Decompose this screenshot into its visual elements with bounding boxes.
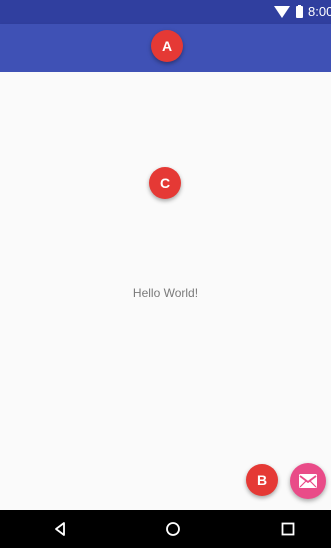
hello-world-text: Hello World! [132, 286, 199, 300]
wifi-icon [274, 6, 290, 18]
recent-apps-button[interactable] [268, 510, 308, 548]
email-fab-button[interactable] [290, 463, 326, 499]
home-button[interactable] [153, 510, 193, 548]
main-content: Hello World! [0, 72, 331, 510]
android-screen: 8:00 A Hello World! C B [0, 0, 331, 548]
mail-icon [299, 474, 317, 488]
annotation-marker-a: A [151, 30, 183, 62]
status-time: 8:00 [308, 4, 331, 19]
home-icon [166, 522, 180, 536]
status-bar: 8:00 [0, 0, 331, 24]
status-icons [274, 5, 303, 18]
back-button[interactable] [40, 510, 80, 548]
recent-apps-icon [281, 522, 295, 536]
annotation-marker-b: B [246, 464, 278, 496]
navigation-bar [0, 510, 331, 548]
battery-icon [296, 6, 303, 18]
back-icon [55, 522, 65, 536]
annotation-marker-c: C [149, 167, 181, 199]
